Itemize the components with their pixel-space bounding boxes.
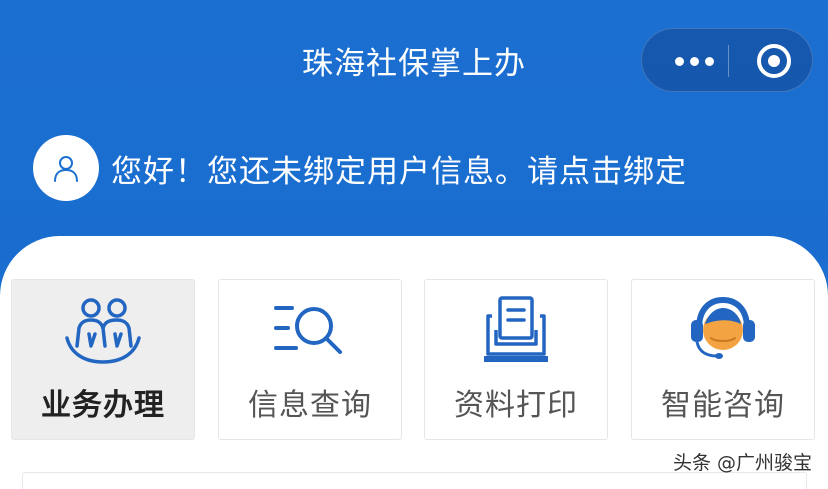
miniprogram-close-icon[interactable] [742, 29, 806, 93]
menu-tile-business[interactable]: 业务办理 [11, 279, 195, 440]
more-dots-icon[interactable] [662, 29, 726, 93]
menu-label: 信息查询 [248, 388, 372, 423]
menu-label: 资料打印 [454, 388, 578, 423]
capsule-divider [728, 45, 729, 77]
business-people-icon [65, 298, 141, 364]
printer-icon [484, 296, 548, 362]
header-bar: 珠海社保掌上办 您好！您还未绑定用户信息。请点击绑定 [0, 0, 828, 262]
menu-label: 智能咨询 [661, 388, 785, 423]
menu-tile-info-query[interactable]: 信息查询 [218, 279, 402, 440]
menu-label: 业务办理 [41, 388, 165, 423]
miniprogram-capsule [641, 28, 813, 92]
menu-tile-consult[interactable]: 智能咨询 [631, 279, 815, 440]
user-avatar-icon [33, 135, 99, 201]
bind-greeting-text[interactable]: 您好！您还未绑定用户信息。请点击绑定 [111, 146, 687, 191]
watermark-text: 头条 @广州骏宝 [672, 452, 812, 474]
search-list-icon [274, 306, 342, 354]
bind-user-row[interactable]: 您好！您还未绑定用户信息。请点击绑定 [33, 135, 687, 201]
menu-tile-print[interactable]: 资料打印 [424, 279, 608, 440]
customer-service-headset-icon [691, 296, 755, 359]
